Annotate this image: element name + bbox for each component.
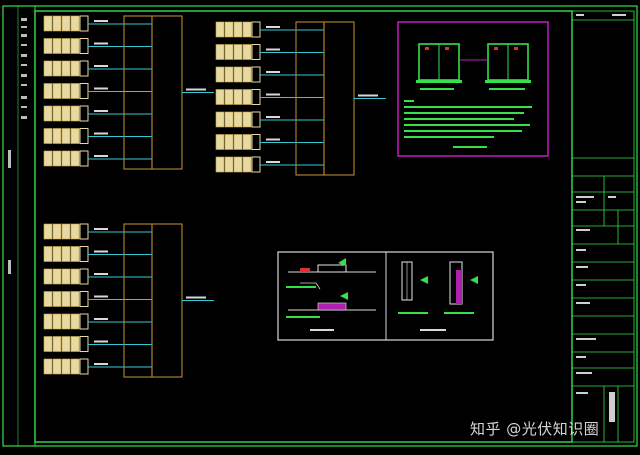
output-label: [358, 94, 378, 97]
distribution-box: [151, 15, 183, 170]
drawing-border: [34, 10, 573, 443]
distribution-box: [151, 223, 183, 378]
cabinet-labels: [420, 88, 525, 90]
title-block: [571, 10, 635, 443]
cable-label: [94, 273, 108, 275]
inverter-symbol: [43, 291, 89, 307]
inverter-symbol: [43, 105, 89, 122]
outer-frame: [2, 5, 638, 447]
combiner-box: [295, 21, 325, 176]
cable-label: [94, 228, 108, 230]
cable-label: [266, 116, 280, 118]
cabinet-left: [416, 43, 462, 83]
cable-label: [94, 20, 108, 22]
inverter-symbol: [215, 66, 261, 83]
inverter-symbol: [43, 83, 89, 99]
cable-label: [94, 87, 108, 90]
cable-label: [266, 161, 280, 163]
cable-label: [94, 132, 108, 135]
inverter-symbol: [43, 60, 89, 77]
cable-label: [266, 48, 280, 51]
cable-label: [94, 110, 108, 112]
inverter-symbol: [43, 38, 89, 54]
group-bottom-left: [43, 223, 214, 378]
cable-label: [94, 363, 108, 365]
cable-label: [94, 295, 108, 298]
combiner-cabinet-detail: [397, 21, 549, 157]
inverter-symbol: [43, 336, 89, 352]
cable-label: [266, 71, 280, 73]
cable-label: [94, 318, 108, 320]
cable-label: [94, 250, 108, 253]
inverter-groups: [43, 15, 386, 378]
title-block-text: [576, 14, 626, 422]
cable-label: [266, 26, 280, 28]
cable-label: [94, 42, 108, 45]
notes-text: [404, 100, 532, 148]
cable-label: [266, 138, 280, 141]
inverter-symbol: [43, 128, 89, 144]
cad-drawing-sheet: [2, 5, 638, 447]
output-label: [186, 88, 206, 91]
inverter-symbol: [215, 134, 261, 150]
inverter-symbol: [215, 21, 261, 38]
inverter-symbol: [43, 223, 89, 240]
group-top-left: [43, 15, 214, 170]
detail-right-panel: [398, 261, 478, 331]
inverter-symbol: [43, 358, 89, 375]
combiner-box: [123, 223, 153, 378]
watermark-text: 知乎 @光伏知识圈: [470, 420, 600, 438]
cable-label: [266, 93, 280, 96]
inverter-symbol: [43, 246, 89, 262]
left-margin-strip: [2, 5, 36, 447]
group-top-middle: [215, 21, 386, 176]
inverter-symbol: [215, 89, 261, 105]
cable-installation-detail: [277, 251, 494, 341]
distribution-box: [323, 21, 355, 176]
inverter-symbol: [43, 150, 89, 167]
cabinet-right: [485, 43, 531, 83]
inverter-symbol: [43, 15, 89, 32]
left-strip-text: [8, 18, 27, 274]
cable-label: [94, 155, 108, 157]
output-label: [186, 296, 206, 299]
detail-left-panel: [286, 258, 376, 331]
combiner-box: [123, 15, 153, 170]
inverter-symbol: [43, 313, 89, 330]
cable-label: [94, 65, 108, 67]
inverter-symbol: [215, 44, 261, 60]
inverter-symbol: [215, 111, 261, 128]
inverter-symbol: [43, 268, 89, 285]
inverter-symbol: [215, 156, 261, 173]
cable-label: [94, 340, 108, 343]
